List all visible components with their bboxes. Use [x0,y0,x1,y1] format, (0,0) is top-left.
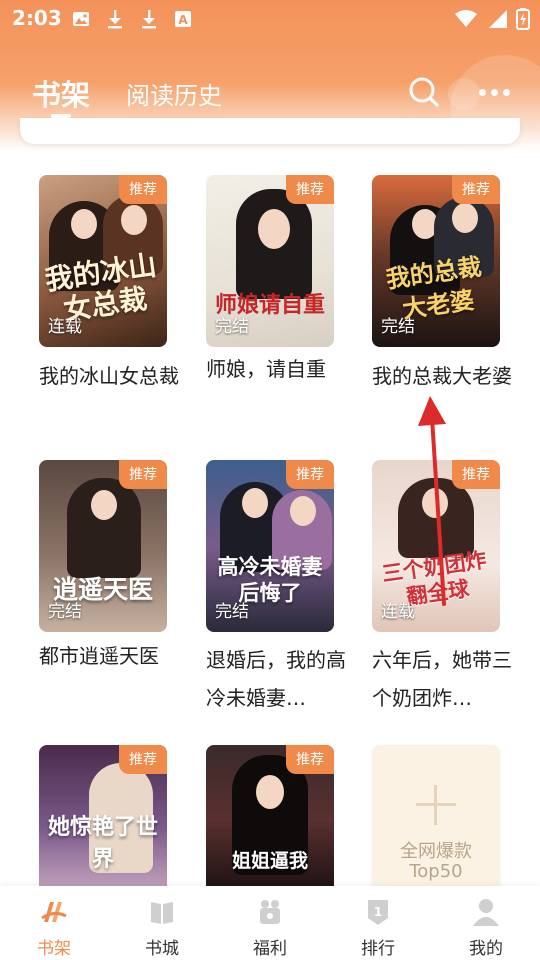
nav-label: 排行 [361,939,395,959]
recommend-badge: 推荐 [286,745,334,774]
recommend-badge: 推荐 [119,460,167,489]
nav-item-ranking[interactable]: 1 排行 [324,886,432,960]
search-button[interactable] [406,74,442,110]
bookshelf-icon [41,902,67,922]
book-status: 完结 [215,602,249,622]
book-cover[interactable]: 姐姐逼我 推荐 [206,745,334,895]
recommend-badge: 推荐 [119,745,167,774]
nav-item-bookshelf[interactable]: 书架 [0,886,108,960]
recommend-badge: 推荐 [286,460,334,489]
recommend-badge: 推荐 [286,175,334,204]
book-cover[interactable]: 逍遥天医 推荐 完结 [39,460,167,632]
book-title[interactable]: 都市逍遥天医 [39,637,179,675]
book-cover[interactable]: 我的总裁大老婆 推荐 完结 [372,175,500,347]
cover-art-title: 她惊艳了世界 [47,814,158,872]
book-icon [151,902,173,924]
bottom-navigation: 书架 书城 福利 1 排行 我的 [0,886,540,960]
plus-icon [416,785,456,825]
cover-face [91,490,117,520]
tab-reading-history[interactable]: 阅读历史 [126,76,222,111]
more-icon-dot [502,88,510,96]
cover-face [71,209,97,239]
status-time: 2:03 [12,6,62,30]
more-button[interactable] [474,80,514,104]
rank-icon: 1 [368,900,388,925]
gift-icon [260,900,280,924]
status-notification-icons: A [70,8,194,30]
nav-label: 书城 [145,939,179,959]
nav-label: 书架 [37,939,71,959]
tab-bookshelf[interactable]: 书架 [32,72,90,114]
cover-face [256,775,284,809]
cover-face [290,496,316,526]
svg-text:A: A [178,13,188,27]
cover-face [452,203,478,233]
book-title[interactable]: 师娘，请自重 [206,350,346,388]
book-cover[interactable]: 她惊艳了世界 推荐 [39,745,167,895]
download-icon [138,8,160,30]
cover-art-title: 姐姐逼我 [231,850,308,872]
search-icon [409,77,439,107]
battery-icon [516,8,530,30]
book-status: 完结 [381,317,415,337]
book-status: 连载 [381,602,415,622]
book-title[interactable]: 我的冰山女总裁 [39,357,179,395]
status-bar: 2:03 A [0,0,540,40]
book-cover[interactable]: 高冷未婚妻后悔了 推荐 完结 [206,460,334,632]
user-icon [473,899,499,926]
book-cover[interactable]: 师娘请自重 推荐 完结 [206,175,334,347]
wifi-icon [455,10,477,27]
top50-card-line2: Top50 [409,861,463,882]
book-title[interactable]: 六年后，她带三个奶团炸… [372,641,512,717]
book-title[interactable]: 我的总裁大老婆 [372,357,512,395]
text-a-icon: A [172,8,194,30]
recommend-badge: 推荐 [452,175,500,204]
cover-face [121,205,147,235]
recommend-badge: 推荐 [452,460,500,489]
cover-face [258,209,290,249]
book-status: 完结 [215,317,249,337]
image-icon [70,8,92,30]
cover-face [242,488,268,518]
status-system-icons [454,8,530,30]
nav-label: 我的 [469,939,503,959]
download-icon [104,8,126,30]
more-icon-dot [490,88,498,96]
nav-item-bookstore[interactable]: 书城 [108,886,216,960]
nav-item-mine[interactable]: 我的 [432,886,540,960]
book-cover[interactable]: 三个奶团炸翻全球 推荐 连载 [372,460,500,632]
banner-card-edge [20,118,520,144]
book-status: 完结 [48,602,82,622]
book-cover[interactable]: 我的冰山女总裁 推荐 连载 [39,175,167,347]
book-status: 连载 [48,317,82,337]
top50-card-line1: 全网爆款 [400,841,472,862]
recommend-badge: 推荐 [119,175,167,204]
cover-face [422,488,448,518]
signal-icon [489,10,507,28]
svg-text:1: 1 [374,905,382,919]
more-icon [478,88,486,96]
book-title[interactable]: 退婚后，我的高冷未婚妻… [206,641,346,717]
nav-label: 福利 [253,939,287,959]
nav-item-welfare[interactable]: 福利 [216,886,324,960]
